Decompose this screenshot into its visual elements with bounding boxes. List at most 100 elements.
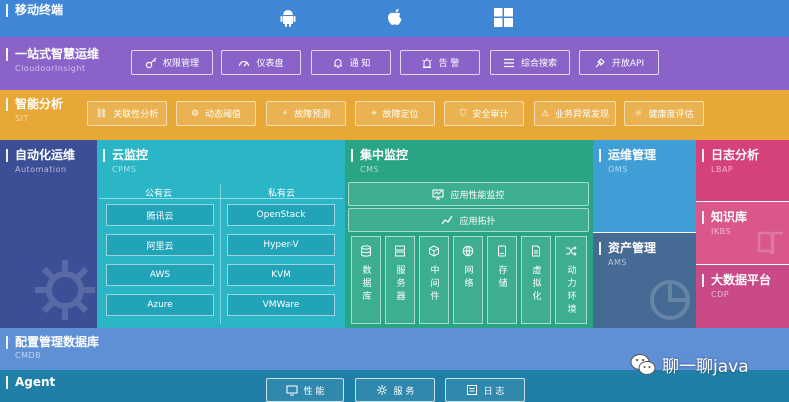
cmdb-title: 配置管理数据库 xyxy=(6,336,99,349)
security-audit-button[interactable]: ⛉ 安全审计 xyxy=(444,101,524,126)
divider xyxy=(220,184,221,324)
watermark: 聊一聊java xyxy=(630,352,749,377)
sit-title: 智能分析 xyxy=(6,98,63,111)
key-icon xyxy=(145,57,157,68)
cms-panel: 集中监控 CMS 应用性能监控 应用拓扑 数据库 服务器 中间件 网络 存储 虚… xyxy=(345,140,593,328)
cpms-subtitle: CPMS xyxy=(112,165,137,174)
trend-icon xyxy=(442,215,453,225)
network-item[interactable]: 网络 xyxy=(453,236,483,324)
disk-icon xyxy=(498,245,506,257)
kvm-item[interactable]: KVM xyxy=(227,264,335,286)
cpms-title: 云监控 xyxy=(103,149,148,162)
oms-subtitle: OMS xyxy=(608,165,628,174)
app-performance-button[interactable]: 应用性能监控 xyxy=(348,182,589,206)
cmdb-subtitle: CMDB xyxy=(15,351,42,360)
correlation-analysis-button[interactable]: ⛓ 关联性分析 xyxy=(87,101,167,126)
automation-panel: 自动化运维 Automation xyxy=(0,140,97,328)
virtualization-item[interactable]: 虚拟化 xyxy=(521,236,551,324)
fault-location-button[interactable]: ⌖ 故障定位 xyxy=(355,101,435,126)
siren-icon xyxy=(421,57,432,68)
smart-ops-title: 一站式智慧运维 xyxy=(6,48,99,61)
business-anomaly-button[interactable]: ⚠ 业务异常发现 xyxy=(534,101,616,126)
log-agent-button[interactable]: 日 志 xyxy=(445,378,525,402)
shield-icon: ⛉ xyxy=(459,108,467,119)
lbap-title: 日志分析 xyxy=(702,149,759,162)
database-icon xyxy=(361,245,371,257)
architecture-diagram: 移动终端 一站式智慧运维 CloudoorInsight 权限管理 仪表盘 通 … xyxy=(0,0,789,402)
gauge-icon xyxy=(239,60,250,66)
cube-icon xyxy=(429,245,439,257)
fault-prediction-button[interactable]: ⚡ 故障预测 xyxy=(266,101,346,126)
gear-decoration-icon xyxy=(35,260,95,320)
service-agent-button[interactable]: 服 务 xyxy=(355,378,435,402)
sit-band: 智能分析 SIT ⛓ 关联性分析 ⚙ 动态阈值 ⚡ 故障预测 ⌖ 故障定位 ⛉ 安全审计 … xyxy=(0,90,789,140)
search-button[interactable]: 综合搜索 xyxy=(490,50,570,75)
server-item[interactable]: 服务器 xyxy=(385,236,415,324)
chart-icon: ⚙ xyxy=(190,108,200,119)
performance-agent-button[interactable]: 性 能 xyxy=(266,378,344,402)
ams-subtitle: AMS xyxy=(608,258,627,267)
agent-title: Agent xyxy=(6,376,55,389)
warning-icon: ⚠ xyxy=(540,108,550,119)
chart-decoration-icon xyxy=(650,280,690,320)
dashboard-button[interactable]: 仪表盘 xyxy=(221,50,301,75)
location-icon: ⌖ xyxy=(371,108,377,119)
ikbs-panel: 知识库 IKBS xyxy=(696,202,789,264)
cms-title: 集中监控 xyxy=(351,149,408,162)
cms-subtitle: CMS xyxy=(360,165,380,174)
document-icon xyxy=(466,385,477,395)
mobile-band: 移动终端 xyxy=(0,0,789,37)
cdp-title: 大数据平台 xyxy=(702,274,771,287)
aliyun-item[interactable]: 阿里云 xyxy=(106,234,214,256)
sit-subtitle: SIT xyxy=(15,114,29,123)
cdp-panel: 大数据平台 CDP xyxy=(696,265,789,328)
book-decoration-icon xyxy=(757,231,783,255)
automation-title: 自动化运维 xyxy=(6,149,75,162)
plug-icon xyxy=(595,57,605,67)
monitor-icon xyxy=(286,385,298,396)
tencent-cloud-item[interactable]: 腾讯云 xyxy=(106,204,214,226)
divider xyxy=(99,198,343,199)
azure-item[interactable]: Azure xyxy=(106,294,214,316)
database-item[interactable]: 数据库 xyxy=(351,236,381,324)
oms-panel: 运维管理 OMS xyxy=(593,140,696,232)
monitor-icon xyxy=(432,189,445,200)
lbap-subtitle: LBAP xyxy=(711,165,734,174)
smart-ops-subtitle: CloudoorInsight xyxy=(15,64,86,73)
storage-item[interactable]: 存储 xyxy=(487,236,517,324)
smart-ops-band: 一站式智慧运维 CloudoorInsight 权限管理 仪表盘 通 知 告 警… xyxy=(0,37,789,90)
file-icon xyxy=(532,245,540,257)
open-api-button[interactable]: 开放API xyxy=(579,50,659,75)
ams-title: 资产管理 xyxy=(599,242,656,255)
ikbs-subtitle: IKBS xyxy=(711,227,732,236)
apple-icon xyxy=(387,8,404,31)
power-env-item[interactable]: 动力环境 xyxy=(555,236,587,324)
app-topology-button[interactable]: 应用拓扑 xyxy=(348,208,589,232)
hyper-v-item[interactable]: Hyper-V xyxy=(227,234,335,256)
notify-button[interactable]: 通 知 xyxy=(311,50,391,75)
cpms-panel: 云监控 CPMS 公有云 私有云 腾讯云 阿里云 AWS Azure OpenS… xyxy=(97,140,345,328)
permission-button[interactable]: 权限管理 xyxy=(131,50,213,75)
openstack-item[interactable]: OpenStack xyxy=(227,204,335,226)
globe-icon xyxy=(462,245,474,257)
windows-icon xyxy=(494,8,513,31)
aws-item[interactable]: AWS xyxy=(106,264,214,286)
alarm-button[interactable]: 告 警 xyxy=(400,50,480,75)
list-icon xyxy=(503,58,514,67)
health-evaluation-button[interactable]: ☼ 健康度评估 xyxy=(624,101,704,126)
server-icon xyxy=(395,245,405,257)
bulb-icon: ☼ xyxy=(634,108,643,119)
cdp-subtitle: CDP xyxy=(711,290,730,299)
lbap-panel: 日志分析 LBAP xyxy=(696,140,789,201)
shuffle-icon xyxy=(566,246,577,256)
oms-title: 运维管理 xyxy=(599,149,656,162)
dynamic-threshold-button[interactable]: ⚙ 动态阈值 xyxy=(176,101,256,126)
vmware-item[interactable]: VMWare xyxy=(227,294,335,316)
wechat-icon xyxy=(630,353,656,375)
android-icon xyxy=(279,9,297,31)
middleware-item[interactable]: 中间件 xyxy=(419,236,449,324)
gear-icon xyxy=(376,385,387,395)
link-icon: ⛓ xyxy=(95,108,108,119)
watermark-text: 聊一聊java xyxy=(662,357,749,377)
automation-subtitle: Automation xyxy=(15,165,67,174)
